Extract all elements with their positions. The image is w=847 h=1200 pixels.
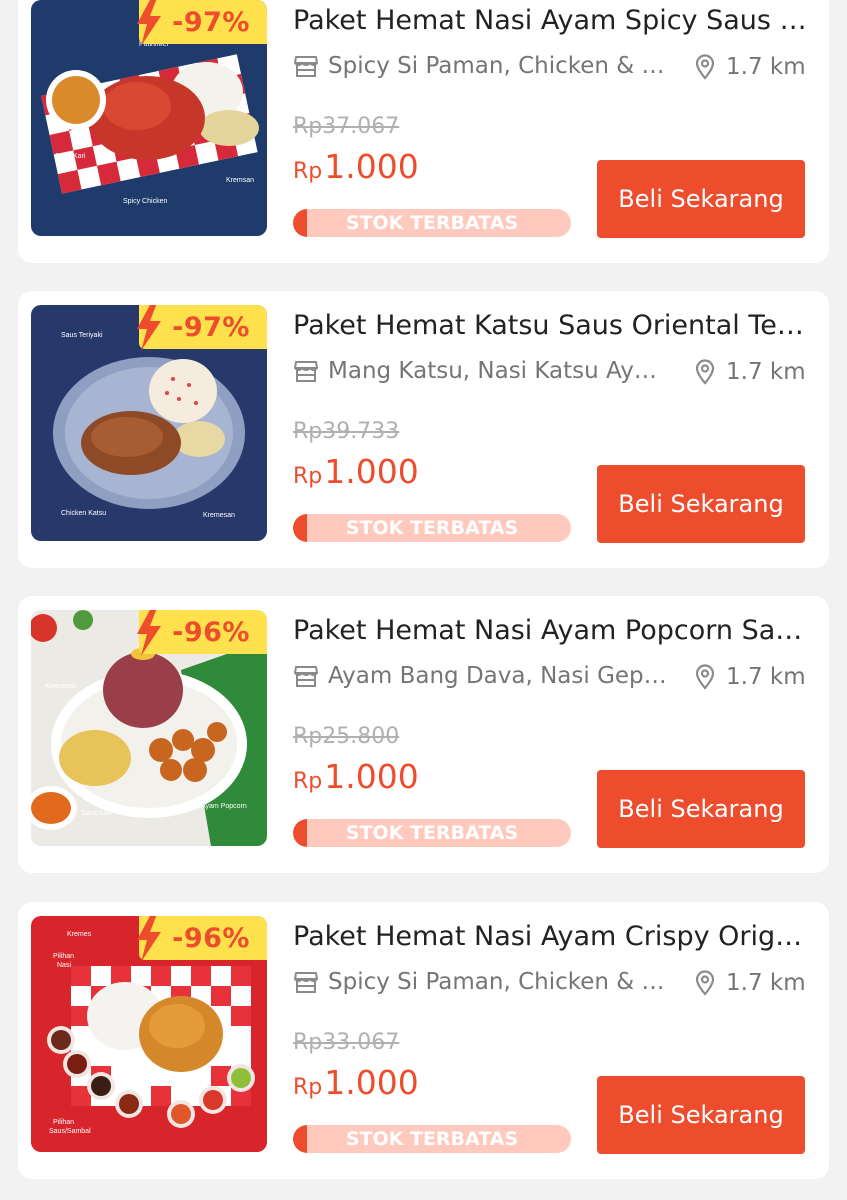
shop-info[interactable]: Mang Katsu, Nasi Katsu Ayam xyxy=(293,358,668,384)
discount-percent: -97% xyxy=(172,311,250,343)
shop-info[interactable]: Spicy Si Paman, Chicken & Rice xyxy=(293,53,668,79)
location-pin-icon xyxy=(695,970,715,996)
lightning-icon xyxy=(137,610,161,656)
currency: Rp xyxy=(293,769,323,794)
shop-name: Mang Katsu, Nasi Katsu Ayam xyxy=(328,358,668,384)
svg-text:Nasi: Nasi xyxy=(57,962,71,969)
lightning-icon xyxy=(137,0,161,46)
product-title[interactable]: Paket Hemat Nasi Ayam Popcorn Saus Kari xyxy=(293,615,808,646)
buy-now-button[interactable]: Beli Sekarang xyxy=(597,1076,805,1154)
lightning-icon xyxy=(137,305,161,351)
product-card[interactable]: Saus Teriyaki Chicken Katsu Kremesan -97… xyxy=(18,291,829,568)
original-price: Rp39.733 xyxy=(293,419,400,444)
location-pin-icon xyxy=(695,54,715,80)
stock-label: STOK TERBATAS xyxy=(345,1128,519,1150)
stock-bar: STOK TERBATAS xyxy=(293,514,571,542)
store-icon xyxy=(294,56,318,77)
sale-price: Rp 1.000 xyxy=(293,452,419,491)
product-image[interactable]: Saus Kari Spicy Chicken Kremsan Pilihan … xyxy=(31,0,267,236)
buy-now-button[interactable]: Beli Sekarang xyxy=(597,160,805,238)
discount-badge: -96% xyxy=(137,916,267,962)
svg-text:Kremes: Kremes xyxy=(67,931,92,938)
discount-badge: -97% xyxy=(137,305,267,351)
sale-price: Rp 1.000 xyxy=(293,147,419,186)
svg-text:Pilihan: Pilihan xyxy=(53,953,74,960)
buy-now-button[interactable]: Beli Sekarang xyxy=(597,465,805,543)
distance-value: 1.7 km xyxy=(726,970,806,996)
product-card[interactable]: Kremes Pilihan Nasi Pilihan Saus/Sambal … xyxy=(18,902,829,1179)
product-card[interactable]: Kremesan Saus Kari Ayam Popcorn -96% Pak… xyxy=(18,596,829,873)
distance-value: 1.7 km xyxy=(726,664,806,690)
svg-text:Kremesan: Kremesan xyxy=(45,683,77,690)
currency: Rp xyxy=(293,464,323,489)
sale-price: Rp 1.000 xyxy=(293,1063,419,1102)
distance: 1.7 km xyxy=(694,359,806,385)
discount-percent: -96% xyxy=(172,616,250,648)
discount-badge: -97% xyxy=(137,0,267,46)
product-card[interactable]: Saus Kari Spicy Chicken Kremsan Pilihan … xyxy=(18,0,829,263)
product-image[interactable]: Kremesan Saus Kari Ayam Popcorn -96% xyxy=(31,610,267,846)
original-price: Rp25.800 xyxy=(293,724,400,749)
shop-info[interactable]: Spicy Si Paman, Chicken & Rice xyxy=(293,969,668,995)
location-pin-icon xyxy=(695,359,715,385)
distance: 1.7 km xyxy=(694,54,806,80)
svg-text:Ayam Popcorn: Ayam Popcorn xyxy=(201,803,247,810)
store-icon xyxy=(294,361,318,382)
currency: Rp xyxy=(293,159,323,184)
product-title[interactable]: Paket Hemat Katsu Saus Oriental Teriyaki xyxy=(293,310,808,341)
price-value: 1.000 xyxy=(324,452,419,491)
svg-text:Spicy Chicken: Spicy Chicken xyxy=(123,198,167,205)
svg-text:Saus Teriyaki: Saus Teriyaki xyxy=(61,332,103,339)
price-value: 1.000 xyxy=(324,1063,419,1102)
original-price: Rp33.067 xyxy=(293,1030,400,1055)
product-image[interactable]: Saus Teriyaki Chicken Katsu Kremesan -97… xyxy=(31,305,267,541)
distance-value: 1.7 km xyxy=(726,54,806,80)
distance: 1.7 km xyxy=(694,970,806,996)
svg-text:Saus/Sambal: Saus/Sambal xyxy=(49,1128,91,1135)
svg-text:Kremesan: Kremesan xyxy=(203,512,235,519)
store-icon xyxy=(294,972,318,993)
svg-text:Pilihan: Pilihan xyxy=(53,1119,74,1126)
product-title[interactable]: Paket Hemat Nasi Ayam Spicy Saus Kari xyxy=(293,5,808,36)
svg-text:Kremsan: Kremsan xyxy=(226,177,254,184)
stock-label: STOK TERBATAS xyxy=(345,517,519,539)
stock-label: STOK TERBATAS xyxy=(345,212,519,234)
shop-name: Ayam Bang Dava, Nasi Geprek xyxy=(328,663,668,689)
price-value: 1.000 xyxy=(324,147,419,186)
distance-value: 1.7 km xyxy=(726,359,806,385)
shop-name: Spicy Si Paman, Chicken & Rice xyxy=(328,969,668,995)
discount-badge: -96% xyxy=(137,610,267,656)
product-title[interactable]: Paket Hemat Nasi Ayam Crispy Original xyxy=(293,921,808,952)
buy-now-button[interactable]: Beli Sekarang xyxy=(597,770,805,848)
discount-percent: -96% xyxy=(172,922,250,954)
distance: 1.7 km xyxy=(694,664,806,690)
stock-bar: STOK TERBATAS xyxy=(293,209,571,237)
stock-bar: STOK TERBATAS xyxy=(293,819,571,847)
shop-info[interactable]: Ayam Bang Dava, Nasi Geprek xyxy=(293,663,668,689)
sale-price: Rp 1.000 xyxy=(293,757,419,796)
svg-text:Saus Kari: Saus Kari xyxy=(55,153,86,160)
product-list: Saus Kari Spicy Chicken Kremsan Pilihan … xyxy=(0,0,847,1200)
stock-label: STOK TERBATAS xyxy=(345,822,519,844)
store-icon xyxy=(294,666,318,687)
shop-name: Spicy Si Paman, Chicken & Rice xyxy=(328,53,668,79)
svg-text:Chicken Katsu: Chicken Katsu xyxy=(61,510,106,517)
stock-bar: STOK TERBATAS xyxy=(293,1125,571,1153)
location-pin-icon xyxy=(695,664,715,690)
lightning-icon xyxy=(137,916,161,962)
product-image[interactable]: Kremes Pilihan Nasi Pilihan Saus/Sambal … xyxy=(31,916,267,1152)
discount-percent: -97% xyxy=(172,6,250,38)
original-price: Rp37.067 xyxy=(293,114,400,139)
svg-text:Saus Kari: Saus Kari xyxy=(81,810,112,817)
price-value: 1.000 xyxy=(324,757,419,796)
currency: Rp xyxy=(293,1075,323,1100)
